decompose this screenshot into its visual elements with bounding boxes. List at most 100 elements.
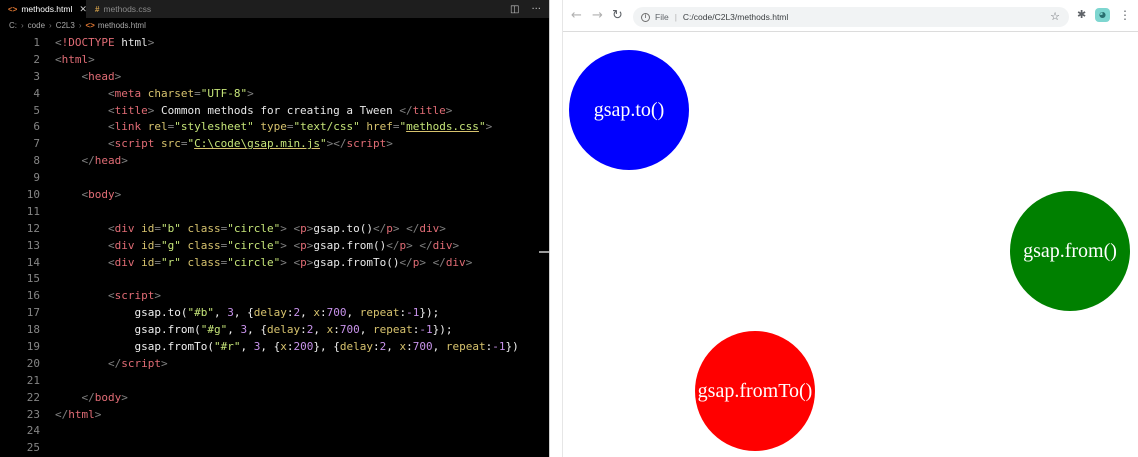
line-content: <title> Common methods for creating a Tw… — [55, 103, 452, 120]
code-line[interactable]: 10 <body> — [0, 187, 549, 204]
code-punctuation: < — [55, 52, 62, 66]
code-line[interactable]: 19 gsap.fromTo("#r", 3, {x:200}, {delay:… — [0, 339, 549, 356]
tab-methods-html[interactable]: <> methods.html ✕ — [0, 0, 87, 18]
code-attribute: class — [187, 255, 221, 269]
star-icon[interactable]: ☆ — [1050, 10, 1060, 23]
back-arrow-icon[interactable]: ← — [571, 9, 582, 22]
code-punctuation: > — [94, 407, 102, 421]
code-line[interactable]: 8 </head> — [0, 153, 549, 170]
code-punctuation: > — [114, 188, 122, 202]
window-divider — [549, 0, 563, 457]
line-number: 19 — [26, 340, 40, 354]
code-line[interactable]: 11 — [0, 204, 549, 221]
tab-label: methods.css — [103, 4, 152, 14]
code-line[interactable]: 24 — [0, 423, 549, 440]
code-tag-name: title — [114, 103, 148, 117]
address-bar[interactable]: i File | C:/code/C2L3/methods.html ☆ — [633, 7, 1069, 27]
chevron-right-icon: › — [78, 21, 82, 30]
tab-label: methods.html — [21, 4, 73, 14]
profile-icon[interactable]: ◕ — [1095, 8, 1110, 22]
code-line[interactable]: 2 <html> — [0, 52, 549, 69]
line-content: <body> — [55, 187, 122, 204]
code-text: Common methods for creating a Tween — [154, 103, 400, 117]
code-punctuation: </ — [81, 390, 95, 404]
code-js: : — [333, 323, 340, 337]
code-line[interactable]: 5 <title> Common methods for creating a … — [0, 103, 549, 120]
code-tag-name: head — [88, 69, 115, 83]
code-line[interactable]: 6 <link rel="stylesheet" type="text/css"… — [0, 119, 549, 136]
code-number: 3 — [227, 306, 234, 320]
code-line[interactable]: 16 <script> — [0, 288, 549, 305]
code-line[interactable]: 12 <div id="b" class="circle"> <p>gsap.t… — [0, 221, 549, 238]
code-js: , — [227, 323, 241, 337]
breadcrumb-item[interactable]: methods.html — [98, 21, 146, 30]
code-punctuation: > — [147, 36, 155, 49]
code-tag-name: div — [432, 238, 453, 252]
breadcrumb-item[interactable]: C2L3 — [56, 21, 75, 30]
code-punctuation: = — [194, 86, 201, 100]
line-content: <head> — [55, 69, 122, 86]
code-attribute: id — [141, 238, 155, 252]
circle-blue: gsap.to() — [569, 50, 689, 170]
code-line[interactable]: 25 — [0, 440, 549, 457]
kebab-menu-icon[interactable]: ⋮ — [1119, 8, 1131, 22]
code-line[interactable]: 9 — [0, 170, 549, 187]
code-line[interactable]: 20 </script> — [0, 356, 549, 373]
line-number: 25 — [26, 441, 40, 455]
code-line[interactable]: 3 <head> — [0, 69, 549, 86]
code-line[interactable]: 7 <script src="C:\code\gsap.min.js"></sc… — [0, 136, 549, 153]
line-number: 1 — [33, 36, 40, 49]
line-number: 24 — [26, 424, 40, 438]
code-line[interactable]: 4 <meta charset="UTF-8"> — [0, 86, 549, 103]
code-js-key: delay — [266, 323, 301, 337]
scrollbar-marker[interactable] — [539, 251, 549, 253]
code-tag-name: div — [445, 255, 466, 269]
more-actions-icon[interactable]: ··· — [531, 4, 541, 15]
code-tag-name: head — [94, 154, 122, 168]
line-content: <meta charset="UTF-8"> — [55, 86, 254, 103]
code-punctuation: > — [386, 137, 393, 151]
tab-methods-css[interactable]: # methods.css — [86, 0, 176, 18]
code-string: " — [319, 137, 327, 151]
code-js-key: x — [280, 340, 287, 354]
url-text[interactable]: C:/code/C2L3/methods.html — [683, 12, 788, 22]
code-line[interactable]: 13 <div id="g" class="circle"> <p>gsap.f… — [0, 238, 549, 255]
breadcrumb-item[interactable]: code — [28, 21, 45, 30]
code-line[interactable]: 1 <!DOCTYPE html> — [0, 35, 549, 52]
code-js: }); — [419, 306, 440, 320]
code-line[interactable]: 22 </body> — [0, 390, 549, 407]
code-punctuation: ></ — [326, 137, 347, 151]
code-js: : — [406, 340, 413, 354]
code-punctuation: </ — [81, 154, 95, 168]
code-string: "text/css" — [293, 120, 360, 134]
code-line[interactable]: 15 — [0, 271, 549, 288]
line-content: gsap.to("#b", 3, {delay:2, x:700, repeat… — [55, 305, 439, 322]
code-tag-name: script — [121, 356, 161, 370]
code-js-key: x — [313, 306, 320, 320]
code-line[interactable]: 21 — [0, 373, 549, 390]
reload-icon[interactable]: ↻ — [612, 9, 623, 22]
browser-window: ← → ↻ i File | C:/code/C2L3/methods.html… — [563, 0, 1138, 457]
split-editor-icon[interactable]: ◫ — [510, 4, 519, 15]
code-line[interactable]: 14 <div id="r" class="circle"> <p>gsap.f… — [0, 255, 549, 272]
code-number: 200 — [293, 340, 314, 354]
code-area[interactable]: 1 <!DOCTYPE html> 2 <html> 3 <head> 4 <meta c… — [0, 35, 549, 457]
breadcrumb-item[interactable]: C: — [9, 21, 17, 30]
code-line[interactable]: 23 </html> — [0, 407, 549, 424]
code-link: C:\code\gsap.min.js — [194, 137, 320, 151]
code-tag-name: meta — [114, 86, 142, 100]
page-viewport: gsap.to() gsap.from() gsap.fromTo() — [563, 33, 1138, 457]
code-punctuation: < — [55, 36, 62, 49]
puzzle-icon[interactable]: ✱ — [1077, 8, 1086, 21]
code-line[interactable]: 17 gsap.to("#b", 3, {delay:2, x:700, rep… — [0, 305, 549, 322]
line-content: <div id="r" class="circle"> <p>gsap.from… — [55, 255, 472, 272]
code-tag-name: p — [300, 255, 307, 269]
code-js: }) — [505, 340, 519, 354]
info-icon[interactable]: i — [641, 12, 650, 22]
forward-arrow-icon[interactable]: → — [592, 9, 603, 22]
code-number: -1 — [419, 323, 433, 337]
code-line[interactable]: 18 gsap.from("#g", 3, {delay:2, x:700, r… — [0, 322, 549, 339]
